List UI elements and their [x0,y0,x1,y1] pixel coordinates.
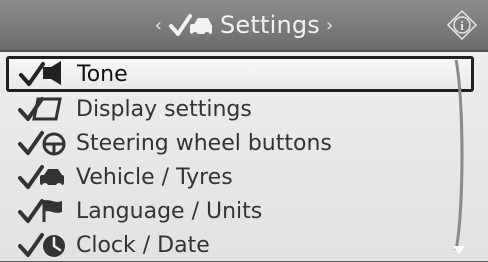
car-check-icon [168,14,212,38]
svg-text:i: i [460,18,464,33]
info-icon[interactable]: i [446,9,478,41]
menu-item-label: Clock / Date [76,232,210,258]
menu-item-display-settings[interactable]: Display settings [8,92,470,126]
menu-item-clock-date[interactable]: Clock / Date [8,228,470,262]
menu-item-label: Vehicle / Tyres [76,164,233,190]
vehicle-icon [18,165,64,189]
steering-wheel-icon [18,131,66,156]
clock-icon [18,233,65,257]
menu-item-tone[interactable]: Tone [6,56,474,92]
menu-item-label: Tone [77,61,128,87]
menu-item-label: Steering wheel buttons [76,130,332,156]
flag-icon [18,199,62,223]
display-icon [18,97,62,121]
idrive-settings-screen: ‹ Settings › i Tone Display settings Ste… [0,0,488,261]
menu-item-steering-wheel-buttons[interactable]: Steering wheel buttons [8,126,470,160]
nav-left-arrow[interactable]: ‹ [155,15,162,36]
menu-item-label: Display settings [76,96,252,122]
scrollbar[interactable] [454,60,464,250]
menu-item-vehicle-tyres[interactable]: Vehicle / Tyres [8,160,470,194]
nav-right-arrow[interactable]: › [326,15,333,36]
menu-item-language-units[interactable]: Language / Units [8,194,470,228]
chevron-down-icon[interactable] [452,245,466,255]
title-area: ‹ Settings › [0,0,488,50]
settings-menu: Tone Display settings Steering wheel but… [0,52,488,261]
tone-icon [19,61,61,86]
menu-item-label: Language / Units [76,198,263,224]
page-title: Settings [219,11,321,39]
